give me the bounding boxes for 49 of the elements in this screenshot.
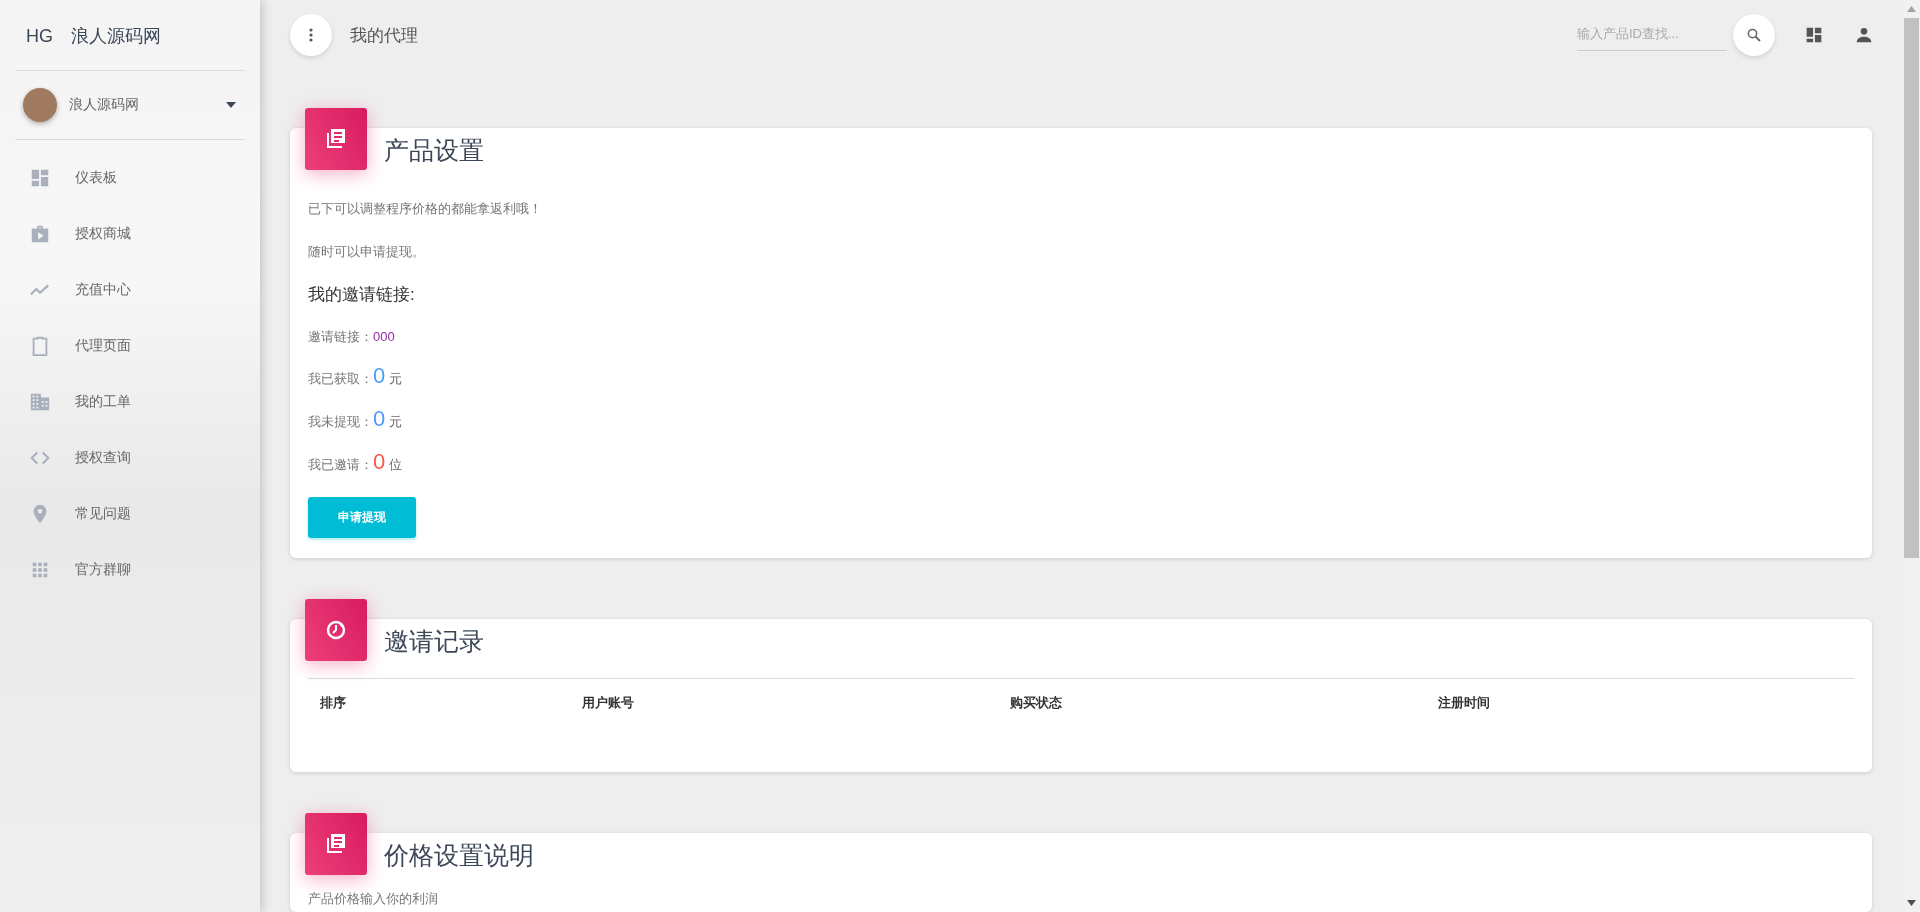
description-text: 已下可以调整程序价格的都能拿返利哦！ bbox=[308, 200, 543, 218]
stat-value: 0 bbox=[373, 449, 386, 475]
card-title: 价格设置说明 bbox=[384, 840, 534, 871]
nav-item[interactable]: 官方群聊 bbox=[0, 542, 245, 598]
dashboard-icon bbox=[29, 167, 51, 189]
document-icon bbox=[324, 832, 348, 856]
avatar[interactable] bbox=[23, 88, 57, 122]
timer-icon bbox=[324, 618, 348, 642]
search-field[interactable]: 输入产品ID查找... bbox=[1577, 19, 1727, 51]
card-title: 产品设置 bbox=[384, 135, 484, 166]
scroll-up-icon[interactable] bbox=[1907, 6, 1916, 12]
stat-unit: 元 bbox=[389, 413, 403, 431]
brand-name: 浪人源码网 bbox=[71, 25, 161, 48]
nav-item[interactable]: 代理页面 bbox=[0, 318, 245, 374]
nav-item[interactable]: 授权查询 bbox=[0, 430, 245, 486]
stat-unit: 元 bbox=[389, 370, 403, 388]
stat-label: 我已获取： bbox=[308, 370, 373, 388]
briefcase-play-icon bbox=[29, 223, 51, 245]
stat-label: 我未提现： bbox=[308, 413, 373, 431]
description-text: 产品价格输入你的利润 bbox=[308, 890, 439, 908]
nav-item[interactable]: 常见问题 bbox=[0, 486, 245, 542]
search-button[interactable] bbox=[1733, 14, 1775, 56]
nav-item[interactable]: 仪表板 bbox=[0, 150, 245, 206]
building-icon bbox=[29, 391, 51, 413]
scroll-down-icon[interactable] bbox=[1907, 900, 1916, 906]
stat-value: 0 bbox=[373, 406, 386, 432]
user-name[interactable]: 浪人源码网 bbox=[69, 96, 226, 114]
caret-icon[interactable] bbox=[226, 102, 236, 108]
card-title: 邀请记录 bbox=[384, 626, 484, 657]
logo-text: HG bbox=[26, 25, 53, 47]
stat-unit: 位 bbox=[389, 456, 403, 474]
stat-value: 0 bbox=[373, 363, 386, 389]
page-title: 我的代理 bbox=[350, 24, 419, 47]
description-text: 随时可以申请提现。 bbox=[308, 243, 426, 261]
column-header: 注册时间 bbox=[1438, 694, 1491, 712]
search-icon bbox=[1745, 26, 1763, 44]
scrollbar-thumb[interactable] bbox=[1904, 18, 1919, 558]
section-heading: 我的邀请链接: bbox=[308, 284, 416, 306]
column-header: 用户账号 bbox=[582, 694, 635, 712]
nav-item[interactable]: 充值中心 bbox=[0, 262, 245, 318]
invite-link[interactable]: 000 bbox=[373, 329, 395, 344]
column-header: 购买状态 bbox=[1010, 694, 1063, 712]
field-label: 邀请链接： bbox=[308, 328, 373, 346]
nav-item[interactable]: 我的工单 bbox=[0, 374, 245, 430]
document-icon bbox=[324, 127, 348, 151]
nav-item[interactable]: 授权商城 bbox=[0, 206, 245, 262]
column-header: 排序 bbox=[320, 694, 347, 712]
more-vertical-icon bbox=[309, 28, 313, 42]
stat-label: 我已邀请： bbox=[308, 456, 373, 474]
